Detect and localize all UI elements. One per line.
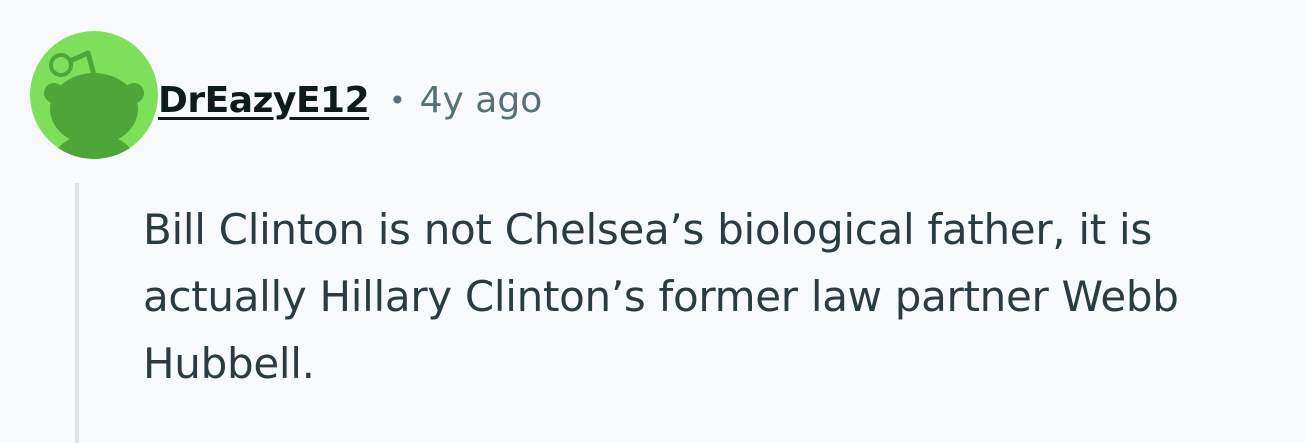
comment: DrEazyE12 • 4y ago Bill Clinton is not C… [0, 0, 1305, 443]
comment-header: DrEazyE12 • 4y ago [158, 72, 542, 128]
user-avatar[interactable] [30, 31, 158, 159]
comment-body: Bill Clinton is not Chelsea’s biological… [143, 205, 1179, 388]
timestamp[interactable]: 4y ago [420, 80, 543, 121]
username-link[interactable]: DrEazyE12 [158, 80, 370, 121]
reddit-snoo-avatar-icon [30, 31, 158, 159]
thread-line[interactable] [75, 183, 79, 443]
separator-dot: • [389, 83, 406, 117]
